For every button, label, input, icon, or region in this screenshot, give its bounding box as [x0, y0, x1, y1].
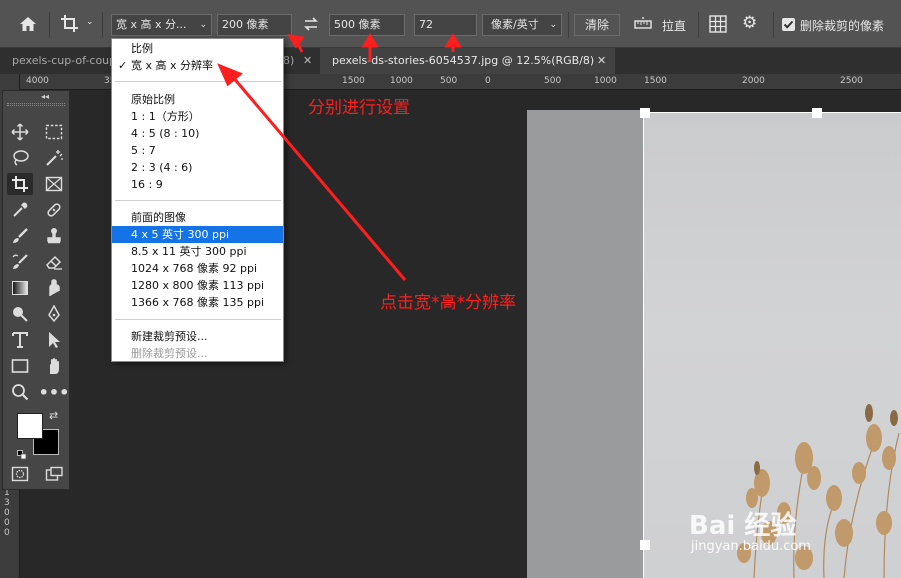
annotation-arrowhead [444, 33, 462, 48]
photoshop-window: ⌄ 宽 x 高 x 分... ⌄ 200 像素 500 像素 72 像素/英寸 … [0, 0, 901, 578]
annotation-set-separately: 分别进行设置 [308, 98, 410, 118]
annotation-click-wxh: 点击宽*高*分辨率 [380, 293, 516, 313]
foreground-color-swatch[interactable] [17, 413, 43, 439]
annotation-arrowhead [361, 33, 379, 48]
annotation-arrowhead [287, 33, 305, 49]
